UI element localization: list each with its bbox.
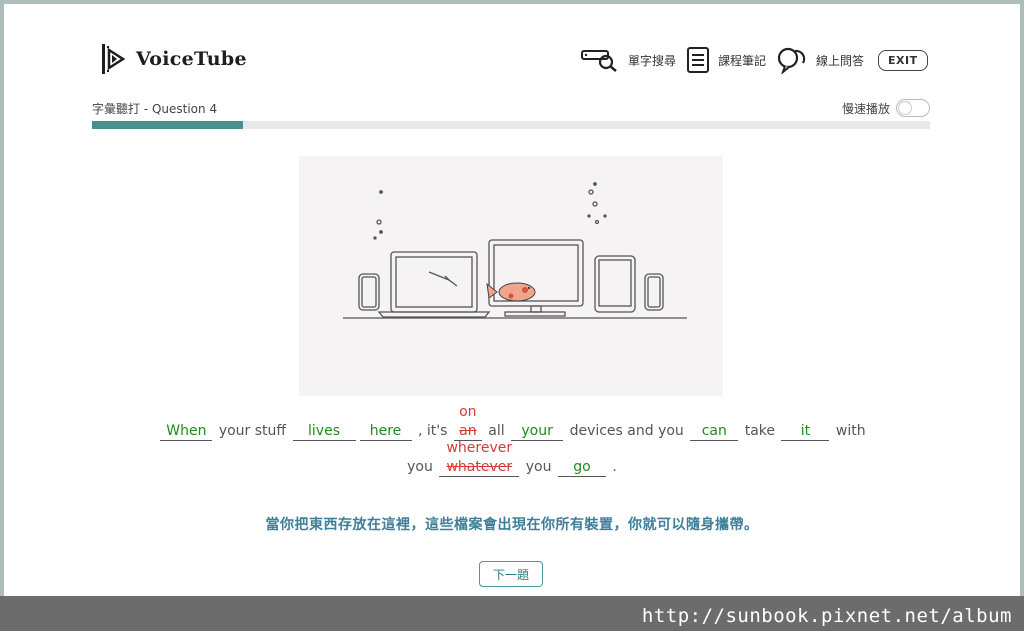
sentence-text: devices and you: [569, 423, 684, 439]
devices-illustration: [343, 182, 687, 319]
answer-blank-correct[interactable]: it: [781, 422, 830, 441]
chat-icon: [777, 47, 806, 74]
sentence-text: .: [612, 459, 617, 475]
sentence-text: your stuff: [218, 423, 287, 439]
nav-notes[interactable]: 課程筆記: [686, 46, 766, 74]
logo-text: VoiceTube: [136, 48, 247, 70]
sentence-text: , it's: [417, 423, 448, 439]
top-nav: 單字搜尋 課程筆記 線上問答 EXIT: [580, 46, 928, 74]
slow-play-toggle[interactable]: [896, 99, 930, 117]
answer-blank-correct[interactable]: When: [160, 422, 213, 441]
sentence-text: with: [835, 423, 866, 439]
word-search-icon: [581, 50, 617, 72]
watermark-text: http://sunbook.pixnet.net/album: [641, 605, 1012, 627]
sentence-text: you: [407, 459, 433, 475]
answer-blank-correct[interactable]: can: [690, 422, 739, 441]
slow-play-control: 慢速播放: [842, 99, 930, 117]
answer-blank-correct[interactable]: go: [557, 458, 606, 477]
translation-text: 當你把東西存放在這裡，這些檔案會出現在你所有裝置，你就可以隨身攜帶。: [265, 517, 759, 533]
sentence-text: all: [488, 423, 505, 439]
nav-word-search-label: 單字搜尋: [628, 53, 677, 68]
correct-answer: on: [459, 404, 477, 420]
answer-blank-correct[interactable]: here: [359, 422, 412, 441]
wrong-answer: whatever: [446, 459, 513, 475]
answer-blank-wrong[interactable]: wherever whatever: [439, 440, 520, 477]
wrong-answer: an: [459, 423, 477, 439]
nav-word-search[interactable]: 單字搜尋: [580, 47, 676, 73]
sentence-text: you: [525, 459, 552, 475]
notes-icon: [687, 47, 710, 73]
next-question-button[interactable]: 下一題: [479, 561, 543, 587]
nav-qa-label: 線上問答: [816, 53, 865, 68]
nav-notes-label: 課程筆記: [718, 53, 767, 68]
nav-qa[interactable]: 線上問答: [776, 46, 864, 74]
voicetube-logo[interactable]: VoiceTube: [100, 44, 247, 74]
slow-play-label: 慢速播放: [841, 101, 890, 116]
answer-blank-correct[interactable]: lives: [292, 422, 356, 441]
question-label: 字彙聽打 - Question 4: [92, 102, 218, 116]
sentence-line-2: you wherever whatever you go .: [4, 440, 1020, 477]
progress-fill: [92, 121, 243, 129]
exit-button[interactable]: EXIT: [878, 49, 928, 71]
voicetube-logo-icon: [102, 44, 126, 74]
quiz-page: VoiceTube 單字搜尋 課程筆記 線上問答 EXIT 字彙聽打 - Que…: [4, 4, 1020, 627]
progress-bar: [92, 121, 930, 129]
video-player[interactable]: [299, 156, 723, 396]
correct-answer: wherever: [446, 440, 513, 456]
sentence-text: take: [744, 423, 776, 439]
toggle-knob: [898, 101, 912, 115]
